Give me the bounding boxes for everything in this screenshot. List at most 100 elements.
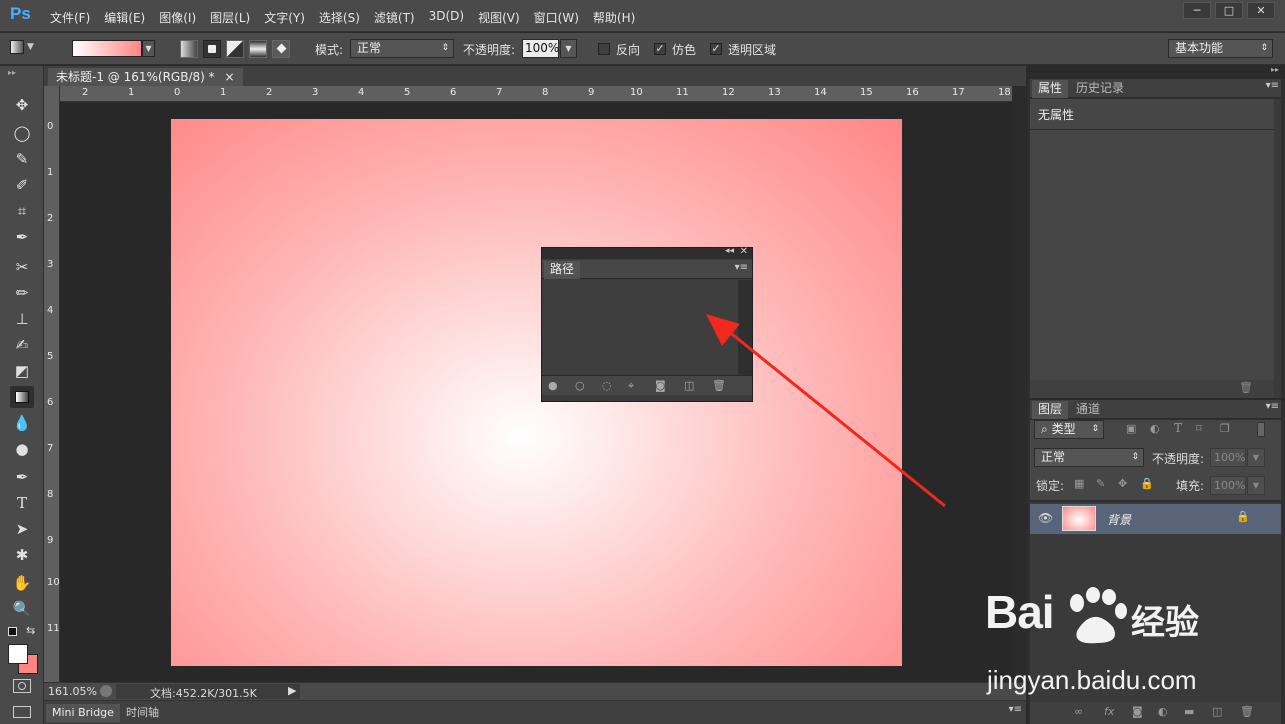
make-work-path-icon[interactable]: ⌖ xyxy=(628,379,634,393)
path-selection-tool-icon[interactable]: ➤ xyxy=(10,518,34,540)
foreground-color-swatch[interactable] xyxy=(8,644,28,664)
filter-toggle[interactable] xyxy=(1257,422,1265,437)
close-button[interactable]: ✕ xyxy=(1247,2,1275,19)
lasso-tool-icon[interactable]: ✎ xyxy=(10,148,34,170)
layer-row-background[interactable]: 👁 背景 🔒 xyxy=(1030,504,1281,534)
fill-path-icon[interactable]: ● xyxy=(548,379,558,392)
brush-tool-icon[interactable]: ✏ xyxy=(10,282,34,304)
elliptical-marquee-tool-icon[interactable]: ◯ xyxy=(10,122,34,144)
tab-properties[interactable]: 属性 xyxy=(1032,80,1069,98)
dither-checkbox[interactable]: ✓ xyxy=(654,43,666,55)
close-panel-icon[interactable]: ✕ xyxy=(740,246,748,257)
collapse-dock-icon[interactable]: ▸▸ xyxy=(1271,65,1279,74)
new-group-icon[interactable]: ▬ xyxy=(1184,705,1194,718)
panel-menu-icon[interactable]: ▾≡ xyxy=(1009,704,1022,715)
screen-mode-icon[interactable] xyxy=(13,706,31,718)
menu-window[interactable]: 窗口(W) xyxy=(534,9,579,26)
new-layer-icon[interactable]: ◫ xyxy=(1212,705,1222,718)
opacity-input[interactable]: 100% xyxy=(522,39,559,58)
hand-tool-icon[interactable]: ✋ xyxy=(10,572,34,594)
reflected-gradient-button[interactable] xyxy=(249,40,267,58)
history-brush-tool-icon[interactable]: ✍ xyxy=(10,334,34,356)
lock-transparency-icon[interactable]: ▦ xyxy=(1074,477,1084,490)
tab-channels[interactable]: 通道 xyxy=(1070,401,1106,419)
pen-tool-icon[interactable]: ✒ xyxy=(10,466,34,488)
move-tool-icon[interactable]: ✥ xyxy=(10,94,34,116)
panel-menu-icon[interactable]: ▾≡ xyxy=(1266,401,1279,412)
status-info-icon[interactable] xyxy=(100,685,112,697)
diamond-gradient-button[interactable] xyxy=(272,40,290,58)
layer-opacity-input[interactable]: 100% xyxy=(1210,448,1246,467)
layer-name[interactable]: 背景 xyxy=(1107,511,1131,528)
add-mask-icon[interactable]: ◙ xyxy=(655,379,666,392)
chevron-down-icon[interactable]: ▼ xyxy=(560,39,577,58)
type-tool-icon[interactable]: T xyxy=(10,492,34,514)
menu-type[interactable]: 文字(Y) xyxy=(264,9,305,26)
menu-image[interactable]: 图像(I) xyxy=(159,9,196,26)
gradient-tool-preset-icon[interactable] xyxy=(10,40,24,54)
collapse-icon[interactable]: ▸▸ xyxy=(8,68,16,77)
trash-icon[interactable]: 🗑 xyxy=(1240,705,1254,718)
lock-pixels-icon[interactable]: ✎ xyxy=(1096,477,1105,490)
minimize-button[interactable]: ─ xyxy=(1183,2,1211,19)
clone-stamp-tool-icon[interactable]: ⊥ xyxy=(10,308,34,330)
layer-filter-select[interactable]: ⌕ 类型 ⇕ xyxy=(1034,420,1104,439)
reverse-checkbox[interactable] xyxy=(598,43,610,55)
quick-selection-tool-icon[interactable]: ✐ xyxy=(10,174,34,196)
chevron-down-icon[interactable]: ▼ xyxy=(1247,448,1265,467)
spot-healing-tool-icon[interactable]: ✂ xyxy=(10,256,34,278)
angle-gradient-button[interactable] xyxy=(226,40,244,58)
mode-select[interactable]: 正常 ⇕ xyxy=(350,39,454,58)
restore-button[interactable]: □ xyxy=(1215,2,1243,19)
shape-filter-icon[interactable]: ⌑ xyxy=(1196,422,1202,435)
eyedropper-tool-icon[interactable]: ✒ xyxy=(10,226,34,248)
menu-filter[interactable]: 滤镜(T) xyxy=(374,9,415,26)
fill-input[interactable]: 100% xyxy=(1210,476,1246,495)
document-tab[interactable]: 未标题-1 @ 161%(RGB/8) * × xyxy=(48,68,243,86)
panel-title-strip[interactable]: ◂◂ ✕ xyxy=(542,246,752,259)
adjustment-filter-icon[interactable]: ◐ xyxy=(1150,422,1160,435)
menu-select[interactable]: 选择(S) xyxy=(319,9,360,26)
dodge-tool-icon[interactable]: ● xyxy=(10,438,34,460)
eye-icon[interactable]: 👁 xyxy=(1038,511,1053,525)
new-adjustment-layer-icon[interactable]: ◐ xyxy=(1158,705,1168,718)
gradient-picker-swatch[interactable] xyxy=(72,40,142,57)
lock-position-icon[interactable]: ✥ xyxy=(1118,477,1127,490)
close-tab-icon[interactable]: × xyxy=(224,70,234,84)
status-menu-arrow-icon[interactable]: ▶ xyxy=(288,684,296,697)
gradient-tool-icon[interactable] xyxy=(10,386,34,408)
workspace-select[interactable]: 基本功能 ⇕ xyxy=(1168,39,1273,58)
menu-view[interactable]: 视图(V) xyxy=(478,9,520,26)
pixel-filter-icon[interactable]: ▣ xyxy=(1126,422,1136,435)
menu-layer[interactable]: 图层(L) xyxy=(210,9,250,26)
layer-style-icon[interactable]: fx xyxy=(1104,705,1114,718)
new-path-icon[interactable]: ◫ xyxy=(684,379,694,392)
lock-all-icon[interactable]: 🔒 xyxy=(1140,477,1154,490)
tab-history[interactable]: 历史记录 xyxy=(1070,80,1130,98)
type-filter-icon[interactable]: T xyxy=(1174,421,1182,435)
link-layers-icon[interactable]: ∞ xyxy=(1074,705,1083,718)
zoom-tool-icon[interactable]: 🔍 xyxy=(10,598,34,620)
smart-object-filter-icon[interactable]: ❐ xyxy=(1220,422,1230,435)
collapse-panel-icon[interactable]: ◂◂ xyxy=(725,246,734,256)
menu-edit[interactable]: 编辑(E) xyxy=(104,9,145,26)
load-selection-icon[interactable]: ◌ xyxy=(602,379,612,392)
crop-tool-icon[interactable]: ⌗ xyxy=(10,200,34,222)
blur-tool-icon[interactable]: 💧 xyxy=(10,412,34,434)
linear-gradient-button[interactable] xyxy=(180,40,198,58)
menu-help[interactable]: 帮助(H) xyxy=(593,9,635,26)
tab-paths[interactable]: 路径 xyxy=(544,261,581,279)
tab-mini-bridge[interactable]: Mini Bridge xyxy=(46,704,120,722)
swap-colors-icon[interactable]: ⇆ xyxy=(26,624,35,637)
menu-file[interactable]: 文件(F) xyxy=(50,9,90,26)
tab-layers[interactable]: 图层 xyxy=(1032,401,1069,419)
eraser-tool-icon[interactable]: ◩ xyxy=(10,360,34,382)
properties-scrollbar[interactable] xyxy=(1274,99,1281,398)
stroke-path-icon[interactable]: ○ xyxy=(575,379,585,392)
panel-menu-icon[interactable]: ▾≡ xyxy=(1266,80,1279,91)
chevron-down-icon[interactable]: ▼ xyxy=(27,42,34,52)
panel-menu-icon[interactable]: ▾≡ xyxy=(735,262,748,273)
blend-mode-select[interactable]: 正常 ⇕ xyxy=(1034,448,1144,467)
chevron-down-icon[interactable]: ▼ xyxy=(142,40,155,57)
trash-icon[interactable]: 🗑 xyxy=(1239,381,1253,394)
